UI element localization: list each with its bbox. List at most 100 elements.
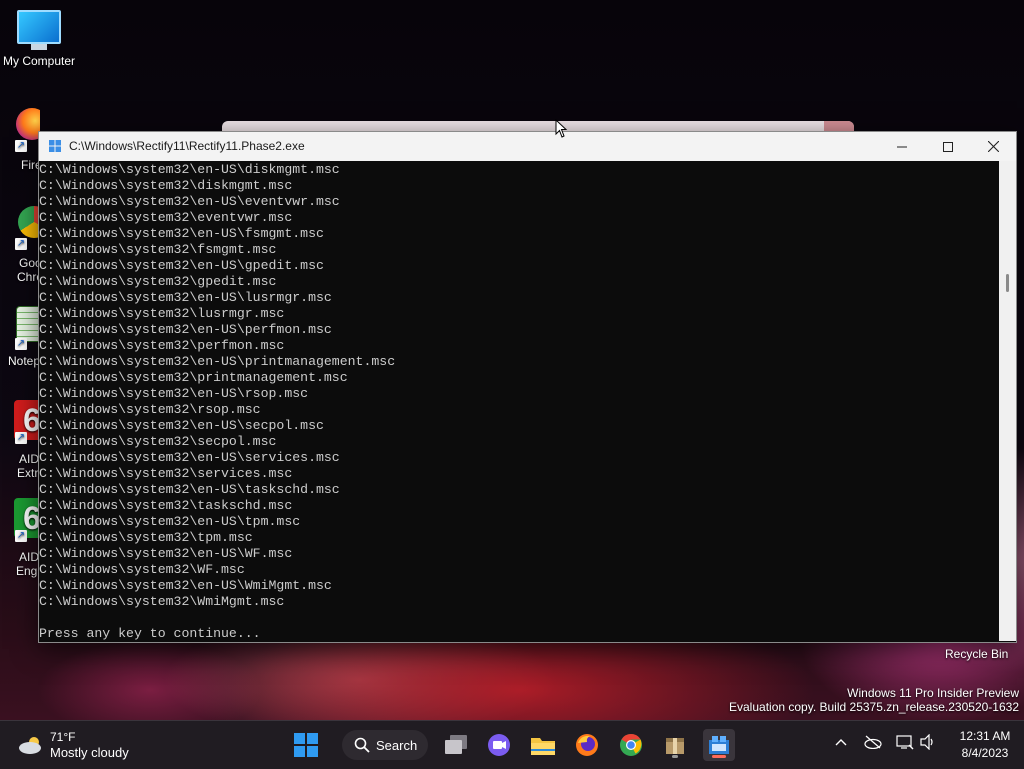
console-line: C:\Windows\system32\WF.msc — [39, 562, 245, 577]
console-line: C:\Windows\system32\en-US\tpm.msc — [39, 514, 301, 529]
console-line: C:\Windows\system32\rsop.msc — [39, 402, 261, 417]
console-line: C:\Windows\system32\en-US\gpedit.msc — [39, 258, 324, 273]
windows-start-icon — [294, 733, 318, 757]
folder-icon — [531, 738, 555, 755]
console-line: C:\Windows\system32\en-US\WmiMgmt.msc — [39, 578, 332, 593]
chrome-taskbar-button[interactable] — [615, 729, 647, 761]
desktop-icon-aida-engineer[interactable]: 6 ↗ AID Engi — [0, 496, 40, 582]
desktop-icon-label: Extr — [17, 466, 39, 480]
console-line: C:\Windows\system32\secpol.msc — [39, 434, 277, 449]
close-icon — [987, 141, 999, 152]
console-line: C:\Windows\system32\en-US\perfmon.msc — [39, 322, 332, 337]
maximize-icon — [943, 141, 953, 152]
weather-condition: Mostly cloudy — [50, 745, 129, 760]
onedrive-status[interactable] — [864, 735, 882, 752]
shortcut-arrow-icon: ↗ — [15, 432, 27, 444]
desktop-icon-my-computer[interactable]: My Computer — [0, 10, 78, 68]
desktop-icon-label: Engi — [16, 564, 40, 578]
vertical-scrollbar[interactable] — [999, 161, 1016, 641]
task-view-icon — [445, 735, 467, 754]
console-line: C:\Windows\system32\en-US\WF.msc — [39, 546, 293, 561]
watermark-line-2: Evaluation copy. Build 25375.zn_release.… — [729, 700, 1019, 714]
desktop-icon-label: AID — [19, 452, 40, 466]
desktop-icon-firefox[interactable]: ↗ Fire — [0, 104, 40, 174]
desktop-icon-label: AID — [19, 550, 40, 564]
windows-logo-icon — [49, 140, 61, 152]
console-line: C:\Windows\system32\en-US\printmanagemen… — [39, 354, 396, 369]
scrollbar-thumb[interactable] — [1006, 274, 1009, 292]
watermark-line-1: Windows 11 Pro Insider Preview — [847, 686, 1019, 700]
teams-chat-icon — [488, 734, 510, 756]
console-line: C:\Windows\system32\services.msc — [39, 466, 293, 481]
console-line: C:\Windows\system32\perfmon.msc — [39, 338, 285, 353]
weather-temperature: 71°F — [50, 730, 76, 744]
console-line: C:\Windows\system32\en-US\secpol.msc — [39, 418, 324, 433]
console-line: C:\Windows\system32\en-US\taskschd.msc — [39, 482, 340, 497]
chevron-up-icon — [835, 739, 847, 746]
clock[interactable]: 12:31 AM 8/4/2023 — [954, 729, 1016, 760]
recycle-bin-label[interactable]: Recycle Bin — [945, 647, 1008, 661]
network-icon — [896, 735, 914, 750]
evaluation-watermark: Windows 11 Pro Insider Preview Evaluatio… — [729, 686, 1019, 714]
taskbar: 71°F Mostly cloudy Search 12:31 AM 8/4/2… — [0, 720, 1024, 769]
minimize-button[interactable] — [879, 132, 925, 161]
console-line: C:\Windows\system32\taskschd.msc — [39, 498, 293, 513]
console-line: C:\Windows\system32\fsmgmt.msc — [39, 242, 277, 257]
maximize-button[interactable] — [925, 132, 971, 161]
network-status[interactable] — [896, 734, 914, 753]
active-indicator — [712, 755, 726, 758]
firefox-icon — [576, 734, 598, 756]
shortcut-arrow-icon: ↗ — [15, 238, 27, 250]
console-line: C:\Windows\system32\en-US\services.msc — [39, 450, 340, 465]
firefox-icon — [16, 108, 40, 140]
shortcut-arrow-icon: ↗ — [15, 530, 27, 542]
console-line: C:\Windows\system32\en-US\fsmgmt.msc — [39, 226, 324, 241]
search-label: Search — [376, 737, 418, 753]
console-line: C:\Windows\system32\eventvwr.msc — [39, 210, 293, 225]
console-line: C:\Windows\system32\tpm.msc — [39, 530, 253, 545]
console-window[interactable]: C:\Windows\Rectify11\Rectify11.Phase2.ex… — [38, 131, 1017, 643]
console-line: C:\Windows\system32\en-US\diskmgmt.msc — [39, 162, 340, 177]
package-app-button[interactable] — [659, 729, 691, 761]
file-explorer-button[interactable] — [527, 729, 559, 761]
minimize-icon — [897, 146, 907, 147]
show-hidden-icons-button[interactable] — [834, 735, 848, 752]
desktop-icon-aida-extreme[interactable]: 6 ↗ AID Extr — [0, 398, 40, 484]
rectify-setup-button[interactable] — [703, 729, 735, 761]
task-view-button[interactable] — [440, 729, 472, 761]
console-line: Press any key to continue... — [39, 626, 261, 641]
close-button[interactable] — [970, 132, 1016, 161]
chrome-icon — [18, 206, 40, 238]
desktop-icon-label: Goo — [19, 256, 40, 270]
cloud-offline-icon — [864, 735, 882, 750]
desktop-icon-label: My Computer — [2, 54, 76, 68]
volume-control[interactable] — [920, 733, 936, 753]
system-tray: 12:31 AM 8/4/2023 — [824, 721, 1024, 769]
console-line: C:\Windows\system32\en-US\lusrmgr.msc — [39, 290, 332, 305]
console-line: C:\Windows\system32\printmanagement.msc — [39, 370, 348, 385]
taskbar-search-button[interactable]: Search — [342, 730, 428, 760]
window-titlebar[interactable]: C:\Windows\Rectify11\Rectify11.Phase2.ex… — [39, 132, 1016, 161]
console-line: C:\Windows\system32\en-US\rsop.msc — [39, 386, 309, 401]
firefox-taskbar-button[interactable] — [571, 729, 603, 761]
window-title: C:\Windows\Rectify11\Rectify11.Phase2.ex… — [69, 139, 305, 153]
desktop-icon-notepad[interactable]: ↗ Notep — [0, 304, 40, 374]
monitor-icon — [17, 10, 61, 50]
notepad-icon — [16, 306, 40, 342]
desktop-icon-label: Notep — [8, 354, 40, 368]
console-line: C:\Windows\system32\gpedit.msc — [39, 274, 277, 289]
package-icon — [666, 738, 684, 754]
setup-installer-icon — [709, 736, 729, 754]
clock-time: 12:31 AM — [959, 729, 1011, 743]
console-line: C:\Windows\system32\diskmgmt.msc — [39, 178, 293, 193]
desktop-icon-chrome[interactable]: ↗ Goo Chro — [0, 204, 40, 288]
console-line: C:\Windows\system32\lusrmgr.msc — [39, 306, 285, 321]
console-line: C:\Windows\system32\WmiMgmt.msc — [39, 594, 285, 609]
console-line: C:\Windows\system32\en-US\eventvwr.msc — [39, 194, 340, 209]
start-button[interactable] — [290, 729, 322, 761]
speaker-icon — [920, 733, 933, 751]
teams-chat-button[interactable] — [483, 729, 515, 761]
console-output[interactable]: C:\Windows\system32\en-US\diskmgmt.msc C:… — [39, 161, 999, 641]
desktop-icon-label: Chro — [17, 270, 40, 284]
